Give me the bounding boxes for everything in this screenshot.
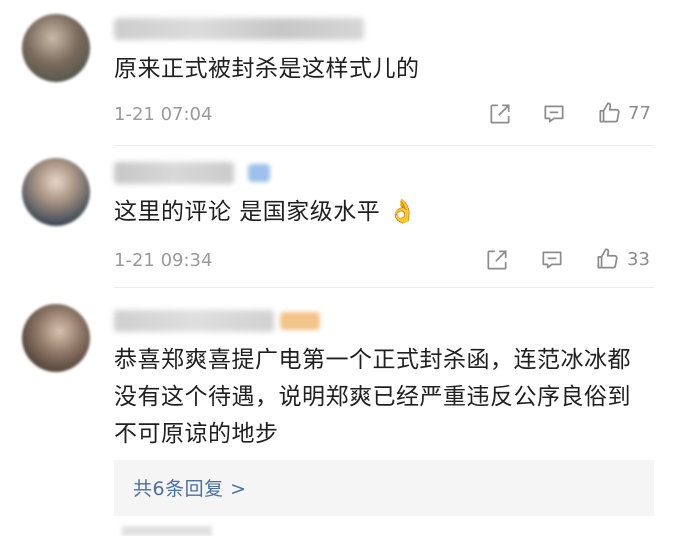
comment-icon[interactable] bbox=[541, 101, 567, 127]
comment-text: 恭喜郑爽喜提广电第一个正式封杀函，连范冰冰都没有这个待遇，说明郑爽已经严重违反公… bbox=[114, 347, 631, 447]
user-badge bbox=[280, 312, 320, 330]
username-blurred[interactable] bbox=[114, 162, 234, 184]
share-icon[interactable] bbox=[484, 247, 510, 273]
comment-text: 原来正式被封杀是这样式儿的 bbox=[114, 56, 420, 82]
comment-time: 1-21 07:04 bbox=[114, 104, 213, 125]
next-comment-partial bbox=[0, 522, 677, 536]
username-blurred[interactable] bbox=[114, 18, 364, 40]
username-blurred[interactable] bbox=[114, 310, 274, 332]
like-count: 77 bbox=[628, 103, 651, 124]
view-replies-link[interactable]: 共6条回复 > bbox=[133, 474, 247, 501]
replies-box[interactable]: 共6条回复 > bbox=[114, 460, 654, 516]
comment-time: 1-21 09:34 bbox=[114, 250, 213, 271]
like-count: 33 bbox=[627, 249, 650, 270]
comment-icon[interactable] bbox=[539, 247, 565, 273]
share-icon[interactable] bbox=[487, 101, 513, 127]
user-badge bbox=[248, 164, 270, 182]
avatar[interactable] bbox=[22, 304, 90, 372]
avatar[interactable] bbox=[22, 158, 90, 226]
comment-item: 这里的评论 是国家级水平 👌 1-21 09:34 33 bbox=[0, 146, 677, 287]
comment-text: 这里的评论 是国家级水平 👌 bbox=[114, 199, 418, 225]
comment-item: 原来正式被封杀是这样式儿的 1-21 07:04 77 bbox=[0, 0, 677, 145]
avatar[interactable] bbox=[22, 14, 90, 82]
thumbs-up-icon[interactable] bbox=[596, 100, 622, 126]
thumbs-up-icon[interactable] bbox=[594, 246, 620, 272]
